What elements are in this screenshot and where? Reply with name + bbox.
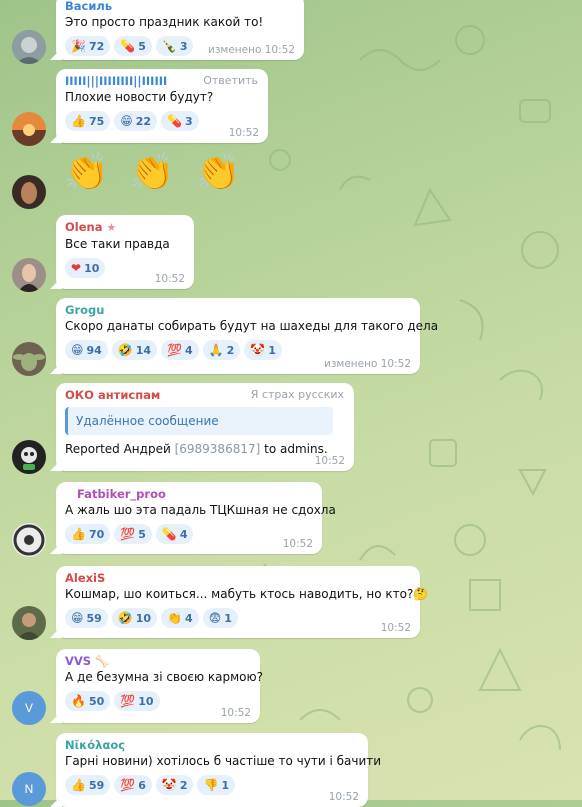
reaction-list: 😁 94 🤣 14 💯 4 🙏 2 🤡 1 xyxy=(65,340,410,360)
message-time: 10:52 xyxy=(328,791,359,803)
reaction-chip[interactable]: 💯 4 xyxy=(161,340,199,360)
message-time: 10:52 xyxy=(228,127,259,139)
message-time: 10:52 xyxy=(380,622,411,634)
reaction-chip[interactable]: 👏 4 xyxy=(161,608,199,628)
message-bubble[interactable]: VVS 🦴 А де безумна зі своєю кармою? 🔥 50 … xyxy=(56,649,263,723)
emoji-message[interactable]: 👏 👏 👏 xyxy=(64,152,240,194)
message-text: Кошмар, шо коиться... мабуть ктось навод… xyxy=(65,587,429,601)
reaction-chip[interactable]: 👍 59 xyxy=(65,775,111,795)
reaction-list: 😁 59 🤣 10 👏 4 😨 1 xyxy=(65,608,410,628)
message-time: изменено 10:52 xyxy=(324,358,411,370)
reply-label[interactable]: Ответить xyxy=(203,74,258,87)
report-suffix: to admins. xyxy=(264,442,328,456)
report-text: Reported Андрей xyxy=(65,442,171,456)
reaction-chip[interactable]: 🤣 14 xyxy=(111,340,158,360)
reaction-chip[interactable]: 💯 6 xyxy=(114,775,152,795)
message-bubble[interactable]: Fatbiker_proo А жаль шо эта падаль ТЦКшн… xyxy=(56,482,336,554)
reaction-chip[interactable]: 🤣 10 xyxy=(111,608,158,628)
deleted-message-quote[interactable]: Удалённое сообщение xyxy=(65,407,333,435)
message-time: 10:52 xyxy=(154,273,185,285)
avatar[interactable] xyxy=(12,440,46,474)
sender-name[interactable]: Olena ★ xyxy=(65,219,184,236)
message-text: Это просто праздник какой то! xyxy=(65,15,264,29)
message-bubble[interactable]: Grogu Скоро данаты собирать будут на шах… xyxy=(56,298,439,374)
avatar[interactable] xyxy=(12,342,46,376)
sender-name[interactable]: Νῖκόλαος xyxy=(65,737,358,753)
sender-name[interactable]: AlexiS xyxy=(65,570,410,586)
reaction-chip[interactable]: 😨 1 xyxy=(202,608,238,628)
message-bubble[interactable]: ОКО антиспам Я страх русских Удалённое с… xyxy=(56,383,354,471)
reaction-chip[interactable]: ❤ 10 xyxy=(65,258,106,278)
avatar[interactable] xyxy=(12,523,46,557)
avatar[interactable] xyxy=(12,30,46,64)
avatar[interactable]: V xyxy=(12,691,46,725)
message-text: Скоро данаты собирать будут на шахеды дл… xyxy=(65,319,439,333)
reaction-chip[interactable]: 😁 22 xyxy=(114,111,158,131)
message-text: Все таки правда xyxy=(65,237,170,251)
message-text: Гарні новини) хотілось б частіше то чути… xyxy=(65,754,382,768)
sender-name[interactable]: VVS 🦴 xyxy=(65,653,250,669)
bone-icon: 🦴 xyxy=(95,654,110,668)
message-text: Reported Андрей [6989386817] to admins. xyxy=(65,441,344,458)
report-user-id: [6989386817] xyxy=(174,442,261,456)
reaction-chip[interactable]: 👍 75 xyxy=(65,111,111,131)
reaction-chip[interactable]: 👎 1 xyxy=(197,775,236,795)
message-bubble[interactable]: Olena ★ Все таки правда ❤ 10 10:52 xyxy=(56,215,194,289)
message-time: 10:52 xyxy=(314,455,345,467)
reaction-chip[interactable]: 🔥 50 xyxy=(65,691,111,711)
avatar[interactable] xyxy=(12,606,46,640)
clapping-hands-icon: 👏 xyxy=(129,152,175,193)
reaction-list: 👍 70 💯 5 💊 4 xyxy=(65,524,312,544)
star-icon: ★ xyxy=(106,221,117,234)
reaction-chip[interactable]: 💯 10 xyxy=(114,691,160,711)
reaction-chip[interactable]: 💊 5 xyxy=(114,36,152,56)
avatar[interactable]: N xyxy=(12,772,46,806)
message-time: изменено 10:52 xyxy=(208,44,295,56)
reaction-chip[interactable]: 💊 4 xyxy=(155,524,194,544)
message-text: А де безумна зі своєю кармою? xyxy=(65,670,263,684)
reaction-chip[interactable]: 🤡 1 xyxy=(244,340,282,360)
reaction-chip[interactable]: 🤡 2 xyxy=(155,775,194,795)
sender-name[interactable]: Василь xyxy=(65,0,294,14)
reaction-chip[interactable]: 💯 5 xyxy=(114,524,152,544)
message-text: Плохие новости будут? xyxy=(65,90,214,104)
reaction-chip[interactable]: 😁 59 xyxy=(65,608,108,628)
reaction-chip[interactable]: 😁 94 xyxy=(65,340,108,360)
reaction-chip[interactable]: 🍾 3 xyxy=(155,36,194,56)
clapping-hands-icon: 👏 xyxy=(64,152,109,193)
message-text: А жаль шо эта падаль ТЦКшная не сдохла xyxy=(65,503,336,517)
message-time: 10:52 xyxy=(220,707,251,719)
clapping-hands-icon: 👏 xyxy=(195,152,241,193)
message-bubble[interactable]: Νῖκόλαος Гарні новини) хотілось б частіш… xyxy=(56,733,382,807)
reaction-chip[interactable]: 🎉 72 xyxy=(65,36,111,56)
reaction-chip[interactable]: 🙏 2 xyxy=(202,340,241,360)
message-time: 10:52 xyxy=(282,538,313,550)
reply-label[interactable]: Я страх русских xyxy=(251,388,344,401)
reaction-chip[interactable]: 👍 70 xyxy=(65,524,111,544)
sender-name[interactable]: Fatbiker_proo xyxy=(65,486,312,502)
reaction-chip[interactable]: 💊 3 xyxy=(161,111,199,131)
avatar[interactable] xyxy=(12,175,46,209)
avatar[interactable] xyxy=(12,258,46,292)
message-bubble[interactable]: Василь Это просто праздник какой то! 🎉 72… xyxy=(56,0,304,60)
sender-name[interactable]: Grogu xyxy=(65,302,410,318)
message-bubble[interactable]: ІІІІІ|||ІІІІІІІІ||ІІІІІІ Ответить Плохие… xyxy=(56,69,268,143)
avatar[interactable] xyxy=(12,112,46,146)
reaction-list: 👍 59 💯 6 🤡 2 👎 1 xyxy=(65,775,358,795)
message-bubble[interactable]: AlexiS Кошмар, шо коиться... мабуть ктос… xyxy=(56,566,429,638)
